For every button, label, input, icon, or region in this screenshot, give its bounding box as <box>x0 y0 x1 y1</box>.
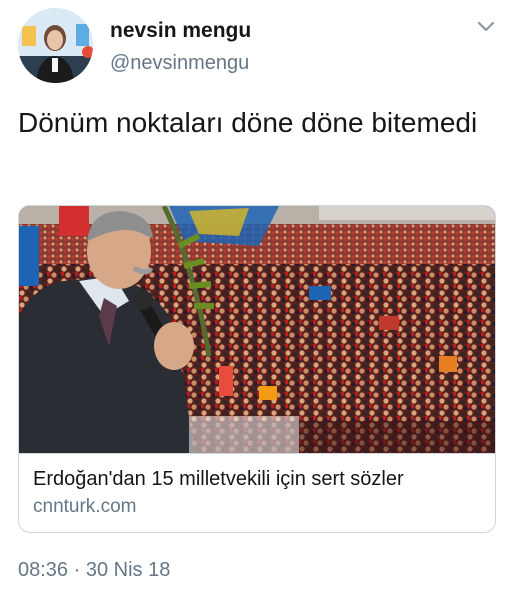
author-info: nevsin mengu @nevsinmengu <box>110 18 251 76</box>
profile-photo-icon <box>18 8 93 83</box>
tweet-timestamp[interactable]: 08:36 · 30 Nis 18 <box>18 557 170 583</box>
avatar[interactable] <box>18 8 93 83</box>
display-name[interactable]: nevsin mengu <box>110 18 251 44</box>
tweet-text: Dönüm noktaları döne döne bitemedi <box>18 107 478 138</box>
user-handle[interactable]: @nevsinmengu <box>110 50 251 76</box>
tweet: nevsin mengu @nevsinmengu Dönüm noktalar… <box>0 0 513 593</box>
card-image[interactable] <box>19 206 495 453</box>
link-card[interactable]: Erdoğan'dan 15 milletvekili için sert sö… <box>18 205 496 533</box>
rally-photo-icon <box>19 206 495 453</box>
chevron-down-icon[interactable] <box>477 20 495 34</box>
card-body: Erdoğan'dan 15 milletvekili için sert sö… <box>19 453 495 532</box>
card-domain: cnnturk.com <box>33 496 137 517</box>
card-title[interactable]: Erdoğan'dan 15 milletvekili için sert sö… <box>33 466 481 492</box>
